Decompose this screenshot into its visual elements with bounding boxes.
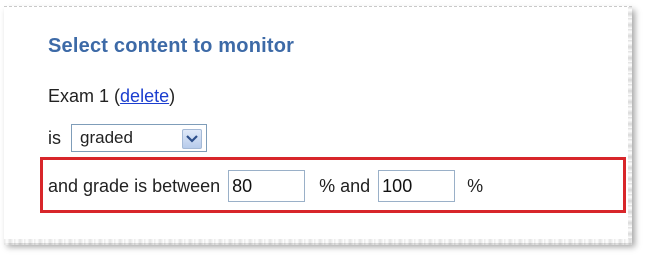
min-grade-input[interactable] (228, 170, 306, 202)
delete-link[interactable]: delete (120, 86, 169, 106)
paren-close: ) (169, 86, 176, 106)
max-grade-input[interactable] (378, 170, 456, 202)
exam-row: Exam 1 (delete) (48, 86, 175, 107)
exam-name: Exam 1 (48, 86, 110, 106)
torn-edge (628, 7, 632, 243)
section-title: Select content to monitor (48, 35, 295, 57)
grade-prefix-label: and grade is between (48, 175, 221, 196)
grade-range-row: and grade is between % and % (48, 170, 483, 202)
is-label: is (48, 127, 61, 148)
condition-row: is graded (48, 124, 207, 152)
status-select[interactable]: graded (71, 124, 207, 152)
status-select-value: graded (80, 128, 133, 147)
grade-middle-label: % and (319, 175, 371, 196)
grade-suffix-label: % (467, 175, 484, 196)
chevron-down-icon (186, 135, 198, 143)
dropdown-button[interactable] (182, 129, 202, 149)
